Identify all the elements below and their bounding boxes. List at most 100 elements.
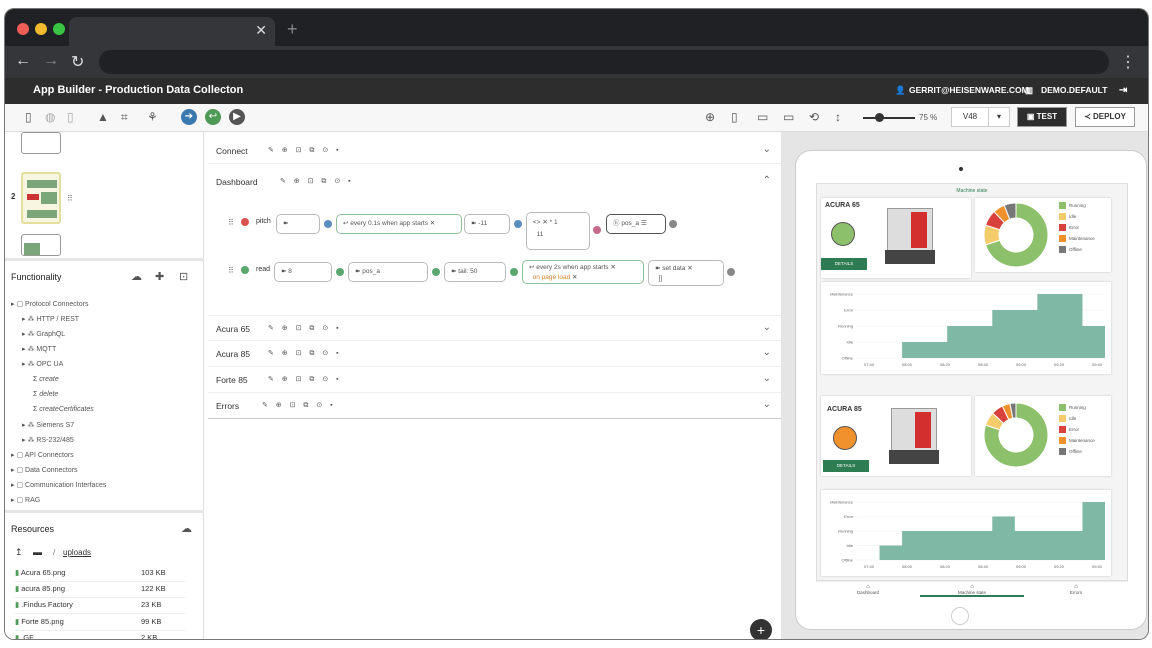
forward-run-icon[interactable]: ➔ [181,109,197,125]
zoom-slider[interactable] [863,117,915,119]
tree-item[interactable]: ▸ ⁂ MQTT [22,345,56,353]
cloud-upload-icon[interactable]: ☁ [181,522,192,535]
add-block-icon[interactable] [324,220,332,228]
test-button[interactable]: ▣ TEST [1017,107,1067,127]
section-actions-icon[interactable]: ✎ ⊕ ⊡ ⧉ ⊙ ▪ [280,177,354,186]
version-select[interactable]: V48 [951,107,989,127]
home-button[interactable] [951,607,969,625]
drag-handle-icon[interactable]: ⠿ [67,194,73,203]
logout-icon[interactable]: ⇥ [1119,85,1127,96]
add-block-icon[interactable] [514,220,522,228]
cloud-download-icon[interactable]: ☁ [131,270,142,283]
add-block-icon[interactable] [336,268,344,276]
tree-item[interactable]: Σ createCertificates [33,406,94,413]
add-block-icon[interactable] [510,268,518,276]
add-block-icon[interactable] [727,268,735,276]
section-connect[interactable]: Connect ✎ ⊕ ⊡ ⧉ ⊙ ▪ ⌄ [208,138,781,164]
resource-file[interactable]: ▮ Acura 65.png 103 KB [15,566,185,582]
read-input-block[interactable]: ➽ 8 [274,262,332,282]
page-thumbnail-3[interactable] [21,234,61,256]
chevron-down-icon[interactable]: ⌄ [763,399,771,410]
pitch-input-block[interactable]: ➽ [276,214,320,234]
reload-icon[interactable]: ↻ [71,52,84,72]
component-icon[interactable]: ▯ [67,110,74,124]
skip-icon[interactable]: ▶ [229,109,245,125]
palette-icon[interactable]: ◍ [45,110,55,124]
pitch-var-block[interactable]: ⓗ pos_a ☰ [606,214,666,234]
pitch-trigger-block[interactable]: ↩ every 0.1s when app starts ✕ [336,214,462,234]
chevron-down-icon[interactable]: ⌄ [763,373,771,384]
org-name[interactable]: DEMO.DEFAULT [1041,85,1107,95]
desktop-icon[interactable]: ▭ [783,110,794,124]
section-errors[interactable]: Errors ✎ ⊕ ⊡ ⧉ ⊙ ▪ ⌄ [208,393,781,419]
chevron-down-icon[interactable]: ⌄ [763,144,771,155]
tree-item[interactable]: Σ delete [33,391,58,398]
section-actions-icon[interactable]: ✎ ⊕ ⊡ ⧉ ⊙ ▪ [262,401,336,410]
cast-icon[interactable]: ⊡ [179,270,188,283]
pointer-icon[interactable]: ▲ [97,110,109,124]
drag-handle-icon[interactable]: ⠿ [228,266,234,275]
browser-tab[interactable]: ✕ [69,17,275,46]
section-acura85[interactable]: Acura 85 ✎ ⊕ ⊡ ⧉ ⊙ ▪ ⌄ [208,341,781,367]
tree-item[interactable]: ▸ ▢ Protocol Connectors [11,300,88,308]
globe-icon[interactable]: ⊕ [705,110,715,124]
section-acura65[interactable]: Acura 65 ✎ ⊕ ⊡ ⧉ ⊙ ▪ ⌄ [208,315,781,341]
resource-file[interactable]: ▮ Forte 85.png 99 KB [15,615,185,631]
chevron-down-icon[interactable]: ⌄ [763,347,771,358]
user-email[interactable]: GERRIT@HEISENWARE.COM [909,85,1029,95]
browser-menu-icon[interactable]: ⋮ [1120,52,1136,72]
maximize-dot[interactable] [53,23,65,35]
section-actions-icon[interactable]: ✎ ⊕ ⊡ ⧉ ⊙ ▪ [268,375,342,384]
resource-file[interactable]: ▮ .GF 2 KB [15,631,185,639]
tree-item[interactable]: ▸ ▢ Communication Interfaces [11,481,106,489]
drag-handle-icon[interactable]: ⠿ [228,218,234,227]
read-set-block[interactable]: ➽ set data ✕ [] [648,260,724,286]
pitch-value-block[interactable]: ➽ -11 [464,214,510,234]
machine1-details-button[interactable]: DETAILS [821,258,867,270]
section-dashboard[interactable]: Dashboard ✎ ⊕ ⊡ ⧉ ⊙ ▪ ⌃ [208,169,781,195]
add-block-icon[interactable] [593,226,601,234]
section-actions-icon[interactable]: ✎ ⊕ ⊡ ⧉ ⊙ ▪ [268,324,342,333]
section-actions-icon[interactable]: ✎ ⊕ ⊡ ⧉ ⊙ ▪ [268,349,342,358]
up-folder-icon[interactable]: ↥ [15,547,23,558]
tree-item[interactable]: Σ create [33,376,59,383]
page-thumbnail-1[interactable] [21,132,61,154]
preview-tab[interactable]: ⌂ Dashboard [816,584,920,595]
close-dot[interactable] [17,23,29,35]
tree-item[interactable]: ▸ ▢ API Connectors [11,451,74,459]
version-dropdown-icon[interactable]: ▾ [988,107,1010,127]
tree-item[interactable]: ▸ ▢ Data Connectors [11,466,78,474]
resource-file[interactable]: ▮ .Findus Factory 23 KB [15,598,185,615]
tree-item[interactable]: ▸ ⁂ RS-232/485 [22,436,74,444]
section-forte85[interactable]: Forte 85 ✎ ⊕ ⊡ ⧉ ⊙ ▪ ⌄ [208,367,781,393]
forward-icon[interactable]: → [43,52,59,70]
deploy-button[interactable]: ≺ DEPLOY [1075,107,1135,127]
read-trigger-block[interactable]: ↩ every 2s when app starts ✕ on page loa… [522,260,644,284]
resource-file[interactable]: ▮ acura 85.png 122 KB [15,582,185,599]
page-thumbnail-2[interactable] [21,172,61,224]
tree-item[interactable]: ▸ ⁂ HTTP / REST [22,315,79,323]
tree-item[interactable]: ▸ ▢ RAG [11,496,40,504]
url-input[interactable] [99,50,1109,74]
preview-tab[interactable]: ⌂ Errors [1024,584,1128,595]
tree-item[interactable]: ▸ ⁂ OPC UA [22,360,63,368]
new-tab-icon[interactable]: + [287,19,298,40]
chevron-up-icon[interactable]: ⌃ [763,175,771,186]
read-tail-block[interactable]: ➽ tail: 50 [444,262,506,282]
undo-icon[interactable]: ↩ [205,109,221,125]
mobile-view-icon[interactable]: ▯ [25,110,32,124]
height-icon[interactable]: ↕ [835,110,841,124]
magic-icon[interactable]: ⚘ [147,110,158,124]
tree-item[interactable]: ▸ ⁂ Siemens S7 [22,421,74,429]
close-tab-icon[interactable]: ✕ [255,22,267,39]
machine2-details-button[interactable]: DETAILS [823,460,869,472]
minimize-dot[interactable] [35,23,47,35]
section-actions-icon[interactable]: ✎ ⊕ ⊡ ⧉ ⊙ ▪ [268,146,342,155]
add-fab-button[interactable]: + [750,619,772,639]
puzzle-icon[interactable]: ✚ [155,270,164,283]
add-block-icon[interactable] [432,268,440,276]
read-var-block[interactable]: ➽ pos_a [348,262,428,282]
chevron-down-icon[interactable]: ⌄ [763,322,771,333]
rotate-icon[interactable]: ⟲ [809,110,819,124]
preview-tab[interactable]: ⌂ Machine state [920,584,1024,597]
